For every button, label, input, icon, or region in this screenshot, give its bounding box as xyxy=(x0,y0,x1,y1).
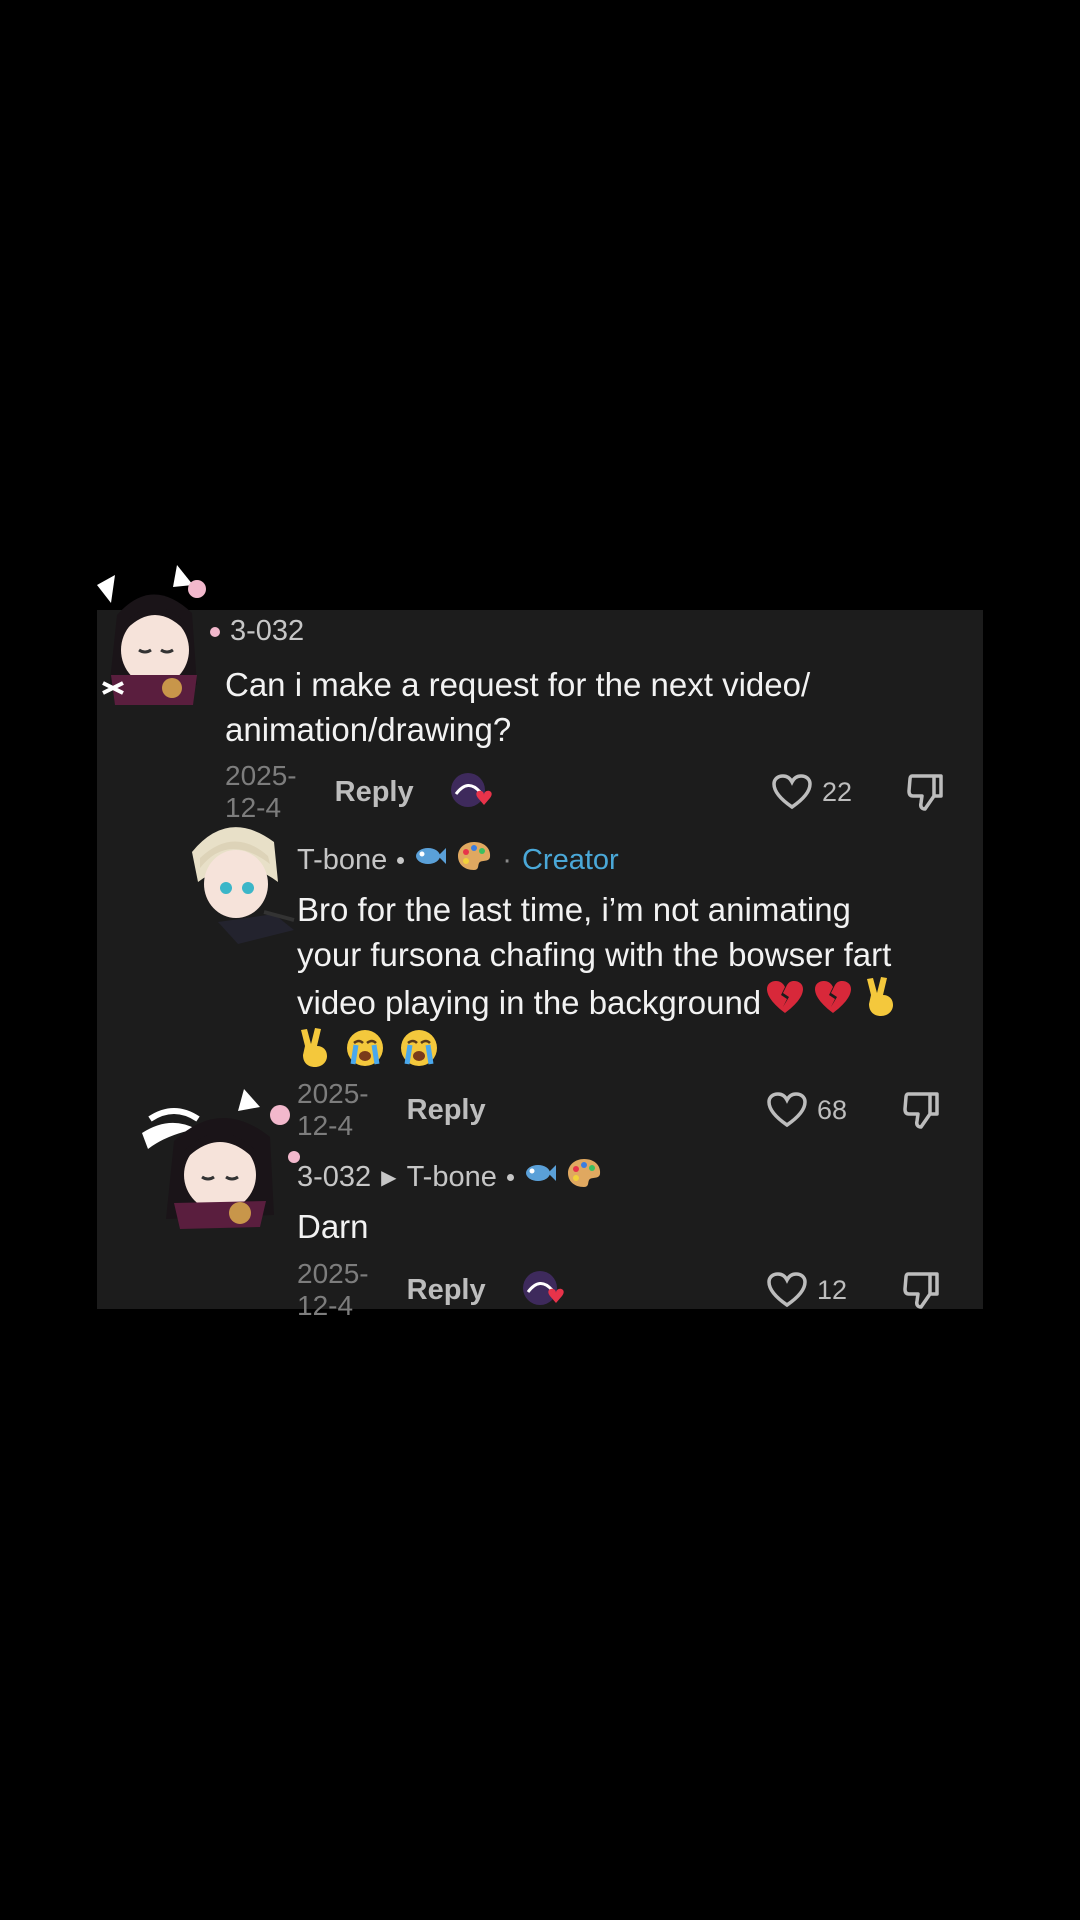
comment-date: 2025-12-4 xyxy=(297,1078,369,1141)
heart-outline-icon[interactable] xyxy=(767,1092,807,1128)
username-text[interactable]: T-bone xyxy=(297,844,387,877)
comment-meta: 2025-12-4 Reply xyxy=(297,1258,566,1321)
heart-outline-icon[interactable] xyxy=(772,774,812,810)
fish-icon xyxy=(524,1160,556,1194)
reply-to-username[interactable]: T-bone xyxy=(407,1161,497,1194)
comment-emoji-line xyxy=(297,1028,987,1079)
fish-icon xyxy=(414,843,447,877)
like-control[interactable]: 68 xyxy=(767,1090,847,1130)
comment-text-line: video playing in the background xyxy=(297,984,762,1021)
comment-text: Darn xyxy=(297,1204,369,1249)
reply-arrow-icon: ▶ xyxy=(381,1166,397,1189)
victory-hand-icon xyxy=(863,977,897,1028)
reply-button[interactable]: Reply xyxy=(335,776,414,809)
username-text[interactable]: 3-032 xyxy=(297,1161,371,1194)
broken-heart-icon xyxy=(813,979,853,1026)
like-count: 12 xyxy=(817,1274,848,1305)
comment-text-line: Bro for the last time, i’m not animating xyxy=(297,891,851,928)
comment-text-line: animation/drawing? xyxy=(225,711,512,748)
comment-text: Can i make a request for the next video/… xyxy=(225,662,925,752)
comment-meta: 2025-12-4 Reply xyxy=(297,1078,486,1141)
thumbs-down-icon[interactable] xyxy=(902,1090,942,1130)
dislike-button[interactable] xyxy=(902,1270,942,1310)
comment-meta: 2025-12-4 Reply xyxy=(225,760,494,823)
thumbs-down-icon[interactable] xyxy=(906,772,946,812)
comment-text-line-with-emoji: video playing in the background xyxy=(297,977,987,1028)
crying-face-icon xyxy=(345,1028,385,1079)
like-count: 68 xyxy=(817,1094,848,1125)
comment-username[interactable]: 3-032 xyxy=(210,615,304,648)
comment-text: Bro for the last time, i’m not animating… xyxy=(297,887,987,1079)
avatar[interactable] xyxy=(97,565,215,715)
heart-outline-icon[interactable] xyxy=(767,1272,807,1308)
palette-icon xyxy=(456,840,492,880)
palette-icon xyxy=(566,1157,602,1197)
dislike-button[interactable] xyxy=(906,772,946,812)
creator-badge: Creator xyxy=(521,843,619,876)
comment-date: 2025-12-4 xyxy=(297,1258,369,1321)
avatar[interactable] xyxy=(178,812,296,952)
reply-button[interactable]: Reply xyxy=(407,1274,486,1307)
comment-username[interactable]: 3-032 ▶ T-bone xyxy=(297,1157,602,1197)
separator-dot xyxy=(397,856,405,864)
crying-face-icon xyxy=(399,1028,439,1079)
like-control[interactable]: 12 xyxy=(767,1270,847,1310)
reply-button[interactable]: Reply xyxy=(407,1094,486,1127)
comment-text-line: your fursona chafing with the bowser far… xyxy=(297,936,892,973)
victory-hand-icon xyxy=(297,1028,331,1079)
comment-username[interactable]: T-bone · Creator xyxy=(297,840,619,880)
dislike-button[interactable] xyxy=(902,1090,942,1130)
thumbs-down-icon[interactable] xyxy=(902,1270,942,1310)
creator-liked-avatar-icon xyxy=(522,1270,566,1310)
comment-text-line: Can i make a request for the next video/ xyxy=(225,666,811,703)
comment-text-line: Darn xyxy=(297,1208,369,1245)
creator-liked-avatar-icon xyxy=(450,772,494,812)
avatar[interactable] xyxy=(140,1085,300,1235)
broken-heart-icon xyxy=(765,979,805,1026)
username-text[interactable]: 3-032 xyxy=(230,615,304,648)
like-count: 22 xyxy=(822,776,853,807)
like-control[interactable]: 22 xyxy=(772,772,852,812)
separator-dot xyxy=(506,1173,514,1181)
